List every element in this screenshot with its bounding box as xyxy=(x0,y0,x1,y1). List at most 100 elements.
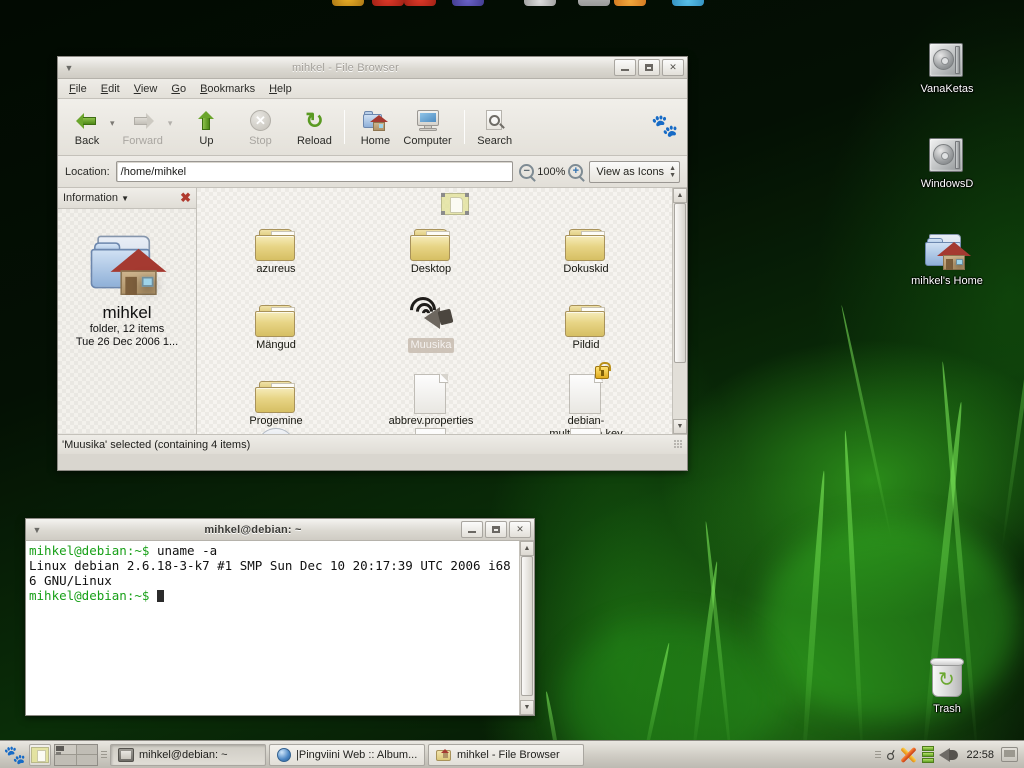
main-menu-button[interactable]: 🐾 xyxy=(4,744,26,766)
chevron-updown-icon[interactable]: ▲ ▼ xyxy=(669,165,676,179)
icon-view-scrollbar[interactable]: ▲ ▼ xyxy=(672,188,687,434)
side-pane-tab-label[interactable]: Information ▼ xyxy=(63,192,129,204)
view-mode-select[interactable]: View as Icons ▲ ▼ xyxy=(589,160,680,183)
desktop-icon-vanaketas[interactable]: VanaKetas xyxy=(897,30,997,95)
minimize-button[interactable] xyxy=(461,521,483,538)
cut-off-icon xyxy=(578,0,610,6)
list-item[interactable]: abbrev.properties xyxy=(376,356,486,429)
task-button-browser[interactable]: |Pingviini Web :: Album... xyxy=(269,743,425,766)
file-browser-window[interactable]: ▼ mihkel - File Browser ✕ File Edit View… xyxy=(57,56,688,471)
list-item[interactable]: Progemine xyxy=(221,360,331,429)
task-label: mihkel@debian: ~ xyxy=(139,748,228,761)
window-menu-icon[interactable]: ▼ xyxy=(29,525,45,535)
file-drag-launcher[interactable] xyxy=(29,743,51,766)
side-pane-header[interactable]: Information ▼ ✖ xyxy=(58,188,196,209)
menu-file[interactable]: File xyxy=(62,81,94,97)
chevron-down-icon[interactable]: ▼ xyxy=(121,194,129,203)
battery-icon[interactable] xyxy=(922,746,935,763)
reload-button[interactable]: ↻ Reload xyxy=(291,106,337,149)
terminal-titlebar[interactable]: ▼ mihkel@debian: ~ ✕ xyxy=(26,519,534,541)
folder-icon xyxy=(221,360,331,414)
task-button-terminal[interactable]: mihkel@debian: ~ xyxy=(110,743,266,766)
icon-view[interactable]: azureus Desktop Dokuskid Mängud Muusika … xyxy=(197,188,672,434)
desktop[interactable]: VanaKetas WindowsD mihkel's Home ↻ Trash… xyxy=(0,0,1024,768)
terminal-window-controls[interactable]: ✕ xyxy=(461,521,531,538)
scrollbar-track[interactable] xyxy=(673,203,687,419)
terminal-body[interactable]: mihkel@debian:~$ uname -a Linux debian 2… xyxy=(26,541,534,715)
maximize-button[interactable] xyxy=(485,521,507,538)
resize-grip[interactable] xyxy=(674,440,683,449)
menu-bookmarks[interactable]: Bookmarks xyxy=(193,81,262,97)
scrollbar-thumb[interactable] xyxy=(521,556,533,696)
close-button[interactable]: ✕ xyxy=(662,59,684,76)
list-item[interactable]: Muusika xyxy=(376,280,486,353)
scroll-down-button[interactable]: ▼ xyxy=(520,700,534,715)
list-item[interactable]: Dokuskid xyxy=(531,208,641,277)
home-button[interactable]: Home xyxy=(352,106,398,149)
window-menu-icon[interactable]: ▼ xyxy=(61,63,77,73)
list-item[interactable]: Desktop xyxy=(376,208,486,277)
forward-history-dropdown-icon[interactable]: ▾ xyxy=(168,118,176,129)
scrollbar-thumb[interactable] xyxy=(674,203,686,363)
list-item[interactable]: Mängud xyxy=(221,284,331,353)
desktop-icon-trash[interactable]: ↻ Trash xyxy=(897,650,997,715)
desktop-icon-windowsd[interactable]: WindowsD xyxy=(897,125,997,190)
taskbar-panel[interactable]: 🐾 mihkel@debian: ~ |Pingviini Web :: Alb… xyxy=(0,740,1024,768)
close-button[interactable]: ✕ xyxy=(509,521,531,538)
list-item[interactable]: Pildid xyxy=(531,284,641,353)
list-item[interactable]: debian-multimedia.key xyxy=(531,356,641,434)
tray-handle[interactable] xyxy=(875,745,882,765)
workspace-4[interactable] xyxy=(76,755,97,765)
file-browser-menubar[interactable]: File Edit View Go Bookmarks Help xyxy=(58,79,687,99)
location-bar[interactable]: Location: /home/mihkel − 100% + View as … xyxy=(58,156,687,188)
terminal-window[interactable]: ▼ mihkel@debian: ~ ✕ mihkel@debian:~$ un… xyxy=(25,518,535,716)
list-item[interactable]: azureus xyxy=(221,208,331,277)
workspace-switcher[interactable] xyxy=(54,743,98,766)
computer-button[interactable]: Computer xyxy=(398,106,456,149)
terminal-output[interactable]: mihkel@debian:~$ uname -a Linux debian 2… xyxy=(26,541,519,715)
workspace-3[interactable] xyxy=(55,755,76,765)
gnome-foot-icon: 🐾 xyxy=(3,744,27,765)
up-button[interactable]: Up xyxy=(183,106,229,149)
xchat-icon[interactable] xyxy=(900,746,918,764)
menu-help[interactable]: Help xyxy=(262,81,299,97)
task-button-file-browser[interactable]: mihkel - File Browser xyxy=(428,743,584,766)
menu-view[interactable]: View xyxy=(127,81,165,97)
list-item[interactable] xyxy=(221,428,331,434)
stop-button[interactable]: ✕ Stop xyxy=(237,106,283,149)
zoom-out-icon[interactable]: − xyxy=(519,164,535,179)
scroll-up-button[interactable]: ▲ xyxy=(520,541,534,556)
back-button[interactable]: Back xyxy=(64,106,110,149)
workspace-1[interactable] xyxy=(55,744,76,755)
system-tray[interactable]: ☌ 22:58 xyxy=(875,745,1020,765)
location-input[interactable]: /home/mihkel xyxy=(115,161,514,182)
back-history-dropdown-icon[interactable]: ▾ xyxy=(110,118,118,129)
side-pane-close-icon[interactable]: ✖ xyxy=(180,190,191,206)
desktop-icon-mihkels-home[interactable]: mihkel's Home xyxy=(897,222,997,287)
scrollbar-track[interactable] xyxy=(520,556,534,700)
show-desktop-icon[interactable] xyxy=(1001,747,1018,762)
side-pane[interactable]: Information ▼ ✖ mihkel folder, 12 items … xyxy=(58,188,197,434)
workspace-2[interactable] xyxy=(76,744,97,754)
list-item[interactable] xyxy=(531,428,641,434)
forward-button[interactable]: Forward xyxy=(118,106,168,149)
minimize-button[interactable] xyxy=(614,59,636,76)
home-folder-icon xyxy=(87,229,167,345)
file-browser-titlebar[interactable]: ▼ mihkel - File Browser ✕ xyxy=(58,57,687,79)
panel-applet-handle[interactable] xyxy=(101,745,107,765)
list-item[interactable] xyxy=(376,428,486,434)
menu-edit[interactable]: Edit xyxy=(94,81,127,97)
maximize-button[interactable] xyxy=(638,59,660,76)
scroll-up-button[interactable]: ▲ xyxy=(673,188,687,203)
search-button[interactable]: Search xyxy=(472,106,518,149)
menu-go[interactable]: Go xyxy=(164,81,193,97)
file-browser-window-controls[interactable]: ✕ xyxy=(614,59,684,76)
scroll-down-button[interactable]: ▼ xyxy=(673,419,687,434)
clock[interactable]: 22:58 xyxy=(964,749,996,761)
bluetooth-icon[interactable]: ☌ xyxy=(886,748,895,762)
terminal-scrollbar[interactable]: ▲ ▼ xyxy=(519,541,534,715)
zoom-in-icon[interactable]: + xyxy=(568,164,584,179)
zoom-controls[interactable]: − 100% + xyxy=(519,164,584,179)
file-browser-toolbar[interactable]: Back ▾ Forward ▾ Up ✕ Stop ↻ Reload Home… xyxy=(58,99,687,156)
volume-icon[interactable] xyxy=(939,747,959,763)
